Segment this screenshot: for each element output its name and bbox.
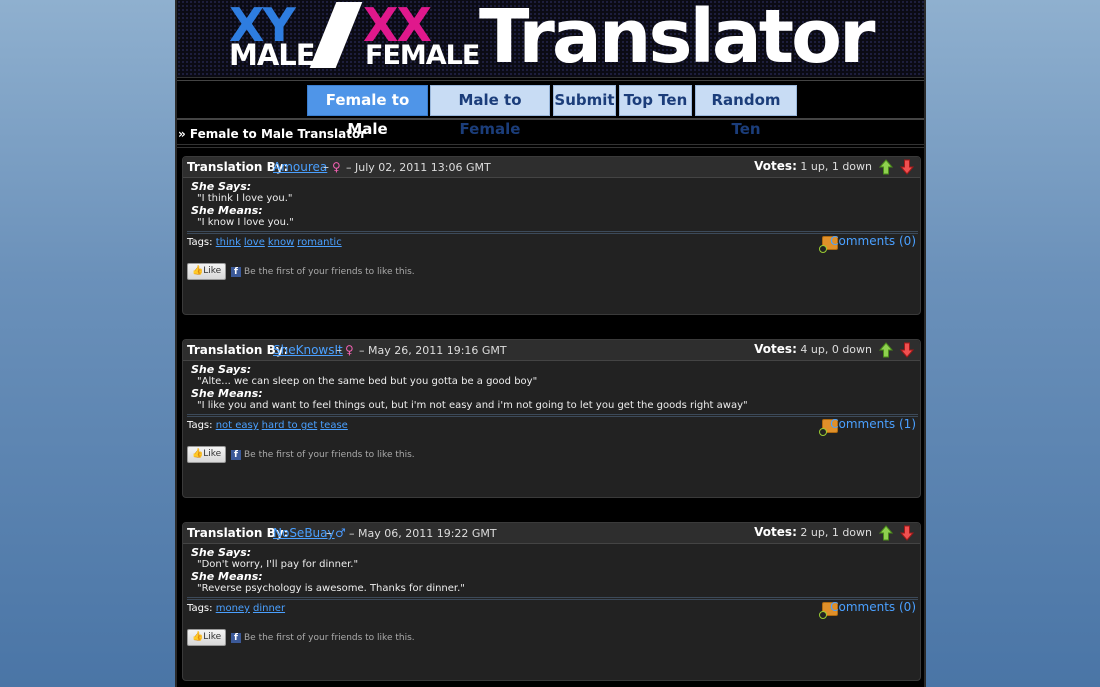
like-button[interactable]: 👍Like xyxy=(187,446,226,463)
tag-link[interactable]: dinner xyxy=(253,603,285,614)
facebook-icon: f xyxy=(231,450,241,460)
like-label: Like xyxy=(203,632,222,642)
comments-link[interactable]: Comments (1) xyxy=(830,417,916,431)
tags-row: Tags: money dinner xyxy=(187,603,288,614)
like-button[interactable]: 👍Like xyxy=(187,263,226,280)
section-title: » Female to Male Translator xyxy=(178,127,367,141)
vote-up-icon[interactable] xyxy=(879,159,893,175)
votes-value: 4 up, 0 down xyxy=(800,343,872,356)
facebook-like-text: Be the first of your friends to like thi… xyxy=(244,633,415,643)
card-header: Translation By: NoSeBuay – ♂ – May 06, 2… xyxy=(183,523,920,544)
logo-female: FEMALE xyxy=(365,40,480,71)
tag-link[interactable]: not easy xyxy=(216,420,259,431)
thumbs-up-icon: 👍 xyxy=(192,449,204,459)
tags-label: Tags: xyxy=(187,420,213,431)
she-means-label: She Means: xyxy=(191,204,263,217)
votes-count: Votes: 2 up, 1 down xyxy=(754,525,872,539)
she-means-text: "Reverse psychology is awesome. Thanks f… xyxy=(197,583,465,594)
facebook-like-text: Be the first of your friends to like thi… xyxy=(244,267,415,277)
nav-submit[interactable]: Submit xyxy=(553,85,616,116)
dash: – xyxy=(326,526,332,540)
card-divider xyxy=(187,231,918,234)
translation-card: Translation By: NoSeBuay – ♂ – May 06, 2… xyxy=(182,522,921,681)
page-container: XY XX MALE FEMALE Translator Female to M… xyxy=(175,0,926,687)
tag-link[interactable]: think xyxy=(216,237,241,248)
votes-label: Votes: xyxy=(754,159,797,173)
vote-down-icon[interactable] xyxy=(900,342,914,358)
card-header: Translation By: SheKnowsIt – ♀ – May 26,… xyxy=(183,340,920,361)
like-label: Like xyxy=(203,449,222,459)
votes-label: Votes: xyxy=(754,525,797,539)
post-date: – July 02, 2011 13:06 GMT xyxy=(346,161,491,174)
votes-value: 1 up, 1 down xyxy=(800,160,872,173)
logo-slash xyxy=(309,2,363,68)
votes-label: Votes: xyxy=(754,342,797,356)
female-icon: ♀ xyxy=(332,160,341,174)
comments-link[interactable]: Comments (0) xyxy=(830,234,916,248)
votes-value: 2 up, 1 down xyxy=(800,526,872,539)
tags-row: Tags: not easy hard to get tease xyxy=(187,420,351,431)
vote-up-icon[interactable] xyxy=(879,342,893,358)
she-says-text: "Alte... we can sleep on the same bed bu… xyxy=(197,376,538,387)
translation-card: Translation By: Amourea – ♀ – July 02, 2… xyxy=(182,156,921,315)
nav-top-ten[interactable]: Top Ten xyxy=(619,85,692,116)
tag-link[interactable]: know xyxy=(268,237,294,248)
logo-translator: Translator xyxy=(479,0,876,78)
section-divider xyxy=(177,144,924,148)
tags-label: Tags: xyxy=(187,237,213,248)
comments-link[interactable]: Comments (0) xyxy=(830,600,916,614)
tag-link[interactable]: hard to get xyxy=(262,420,318,431)
nav-female-to-male[interactable]: Female to Male xyxy=(307,85,428,138)
card-divider xyxy=(187,414,918,417)
site-banner[interactable]: XY XX MALE FEMALE Translator xyxy=(177,0,924,78)
vote-down-icon[interactable] xyxy=(900,525,914,541)
she-says-label: She Says: xyxy=(191,180,252,193)
dash: – xyxy=(336,343,342,357)
like-label: Like xyxy=(203,266,222,276)
nav-random-ten[interactable]: Random Ten xyxy=(695,85,797,138)
she-means-text: "I know I love you." xyxy=(197,217,294,228)
translation-body: She Says: "Alte... we can sleep on the s… xyxy=(191,364,748,412)
she-means-label: She Means: xyxy=(191,387,263,400)
dash: – xyxy=(323,160,329,174)
facebook-icon: f xyxy=(231,267,241,277)
thumbs-up-icon: 👍 xyxy=(192,632,204,642)
tag-link[interactable]: romantic xyxy=(297,237,341,248)
she-means-text: "I like you and want to feel things out,… xyxy=(197,400,748,411)
tag-link[interactable]: love xyxy=(244,237,265,248)
votes-count: Votes: 1 up, 1 down xyxy=(754,159,872,173)
post-date: – May 26, 2011 19:16 GMT xyxy=(359,344,507,357)
tags-row: Tags: think love know romantic xyxy=(187,237,345,248)
female-icon: ♀ xyxy=(345,343,354,357)
translation-body: She Says: "I think I love you." She Mean… xyxy=(191,181,294,229)
card-divider xyxy=(187,597,918,600)
facebook-icon: f xyxy=(231,633,241,643)
vote-down-icon[interactable] xyxy=(900,159,914,175)
she-says-label: She Says: xyxy=(191,363,252,376)
facebook-like-text: Be the first of your friends to like thi… xyxy=(244,450,415,460)
she-says-label: She Says: xyxy=(191,546,252,559)
thumbs-up-icon: 👍 xyxy=(192,266,204,276)
tag-link[interactable]: tease xyxy=(320,420,348,431)
she-means-label: She Means: xyxy=(191,570,263,583)
translation-card: Translation By: SheKnowsIt – ♀ – May 26,… xyxy=(182,339,921,498)
logo-male: MALE xyxy=(229,38,316,72)
tag-link[interactable]: money xyxy=(216,603,250,614)
like-button[interactable]: 👍Like xyxy=(187,629,226,646)
card-header: Translation By: Amourea – ♀ – July 02, 2… xyxy=(183,157,920,178)
translation-body: She Says: "Don't worry, I'll pay for din… xyxy=(191,547,465,595)
post-date: – May 06, 2011 19:22 GMT xyxy=(349,527,497,540)
vote-up-icon[interactable] xyxy=(879,525,893,541)
nav-male-to-female[interactable]: Male to Female xyxy=(430,85,550,138)
author-link[interactable]: Amourea xyxy=(273,160,327,174)
tags-label: Tags: xyxy=(187,603,213,614)
male-icon: ♂ xyxy=(335,526,346,540)
votes-count: Votes: 4 up, 0 down xyxy=(754,342,872,356)
author-link[interactable]: SheKnowsIt xyxy=(273,343,343,357)
main-nav: Female to Male Male to Female Submit Top… xyxy=(177,80,924,138)
